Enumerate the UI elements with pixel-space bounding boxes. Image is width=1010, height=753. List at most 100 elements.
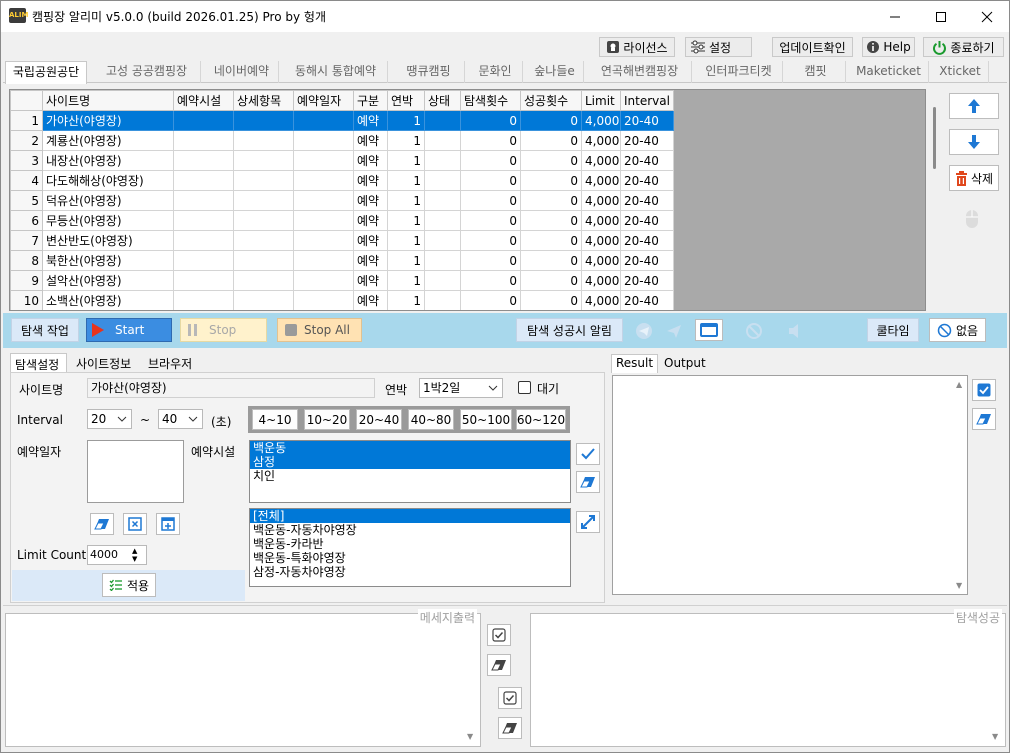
table-cell[interactable] — [173, 270, 234, 291]
interval-min-select[interactable]: 20 — [87, 409, 132, 429]
table-cell[interactable] — [173, 170, 234, 191]
table-cell[interactable]: 예약 — [353, 210, 388, 231]
settings-button[interactable]: 설정 — [685, 37, 752, 57]
table-cell[interactable]: 예약 — [353, 250, 388, 271]
table-cell[interactable] — [293, 290, 354, 310]
facility-check-button[interactable] — [576, 443, 600, 465]
column-header[interactable]: Limit — [581, 90, 621, 111]
table-cell[interactable]: 예약 — [353, 230, 388, 251]
expand-button[interactable] — [576, 511, 600, 533]
table-row[interactable]: 7 변산반도(야영장) 예약 1 0 0 4,000 20-40 — [10, 230, 674, 251]
column-header[interactable]: 예약일자 — [293, 90, 354, 111]
table-cell[interactable]: 예약 — [353, 290, 388, 310]
scroll-down-icon[interactable]: ▼ — [467, 732, 473, 741]
table-cell[interactable] — [173, 110, 234, 131]
tab-maketicket[interactable]: Maketicket — [849, 61, 929, 83]
table-cell[interactable]: 0 — [460, 290, 521, 310]
tab-thankyou-camping[interactable]: 땡큐캠핑 — [393, 61, 465, 83]
table-cell[interactable]: 0 — [520, 270, 582, 291]
limit-count-stepper[interactable]: 4000 ▲ ▼ — [87, 545, 147, 565]
tab-yeongok[interactable]: 연곡해변캠핑장 — [588, 61, 692, 83]
table-cell[interactable]: 0 — [460, 170, 521, 191]
message-check-button[interactable] — [487, 624, 511, 646]
table-cell[interactable] — [424, 150, 461, 171]
table-cell[interactable] — [424, 230, 461, 251]
date-remove-button[interactable] — [123, 513, 147, 535]
table-row[interactable]: 8 북한산(야영장) 예약 1 0 0 4,000 20-40 — [10, 250, 674, 271]
tab-goseong[interactable]: 고성 공공캠핑장 — [93, 61, 201, 83]
table-cell[interactable]: 계룡산(야영장) — [42, 130, 174, 151]
tab-site-info[interactable]: 사이트정보 — [76, 355, 131, 373]
interval-preset-button[interactable]: 4~10 — [252, 409, 298, 430]
table-cell[interactable] — [293, 210, 354, 231]
list-item[interactable]: 삼정-자동차야영장 — [250, 565, 570, 579]
tab-interpark[interactable]: 인터파크티켓 — [695, 61, 783, 83]
close-button[interactable] — [964, 1, 1010, 32]
table-cell[interactable]: 0 — [460, 250, 521, 271]
tab-campit[interactable]: 캠핏 — [786, 61, 846, 83]
column-header[interactable]: 사이트명 — [42, 90, 174, 111]
table-cell[interactable] — [424, 270, 461, 291]
minimize-button[interactable] — [872, 1, 918, 32]
interval-preset-button[interactable]: 40~80 — [408, 409, 454, 430]
table-cell[interactable] — [424, 250, 461, 271]
table-cell[interactable]: 변산반도(야영장) — [42, 230, 174, 251]
scroll-thumb[interactable] — [933, 107, 936, 169]
interval-preset-button[interactable]: 50~100 — [460, 409, 512, 430]
success-check-button[interactable] — [498, 687, 522, 709]
table-cell[interactable] — [173, 290, 234, 310]
site-name-field[interactable]: 가야산(야영장) — [87, 378, 375, 398]
scroll-down-icon[interactable]: ▼ — [956, 581, 962, 590]
table-cell[interactable] — [424, 110, 461, 131]
start-button[interactable]: Start — [86, 318, 172, 342]
table-cell[interactable]: 설악산(야영장) — [42, 270, 174, 291]
table-cell[interactable] — [173, 210, 234, 231]
help-button[interactable]: Help — [862, 37, 915, 57]
table-cell[interactable]: 20-40 — [620, 170, 674, 191]
scroll-up-icon[interactable]: ▲ — [956, 380, 962, 389]
wait-checkbox[interactable] — [518, 381, 531, 394]
tab-knps[interactable]: 국립공원공단 — [5, 61, 87, 84]
table-cell[interactable]: 북한산(야영장) — [42, 250, 174, 271]
result-textarea[interactable]: ▲ ▼ — [612, 375, 968, 595]
table-cell[interactable]: 4,000 — [581, 170, 621, 191]
table-cell[interactable]: 무등산(야영장) — [42, 210, 174, 231]
table-cell[interactable]: 0 — [460, 110, 521, 131]
tab-search-settings[interactable]: 탐색설정 — [10, 353, 67, 373]
move-up-button[interactable] — [949, 93, 999, 119]
table-cell[interactable] — [173, 250, 234, 271]
table-row[interactable]: 10 소백산(야영장) 예약 1 0 0 4,000 20-40 — [10, 290, 674, 310]
tab-munhwain[interactable]: 문화인 — [468, 61, 523, 83]
move-down-button[interactable] — [949, 129, 999, 155]
column-header[interactable]: 구분 — [353, 90, 388, 111]
mute-icon[interactable] — [787, 322, 805, 343]
table-cell[interactable] — [424, 190, 461, 211]
table-cell[interactable]: 4,000 — [581, 110, 621, 131]
list-item[interactable]: 백운동 — [250, 441, 570, 455]
date-add-button[interactable] — [156, 513, 180, 535]
table-cell[interactable] — [233, 170, 294, 191]
table-cell[interactable]: 4,000 — [581, 130, 621, 151]
table-cell[interactable]: 1 — [387, 190, 425, 211]
table-cell[interactable]: 0 — [520, 210, 582, 231]
table-cell[interactable] — [233, 250, 294, 271]
scroll-down-icon[interactable]: ▼ — [992, 732, 998, 741]
table-cell[interactable]: 0 — [460, 150, 521, 171]
table-cell[interactable]: 0 — [460, 270, 521, 291]
result-clear-button[interactable] — [972, 408, 996, 430]
table-cell[interactable]: 1 — [387, 150, 425, 171]
table-cell[interactable]: 0 — [460, 210, 521, 231]
table-row[interactable]: 6 무등산(야영장) 예약 1 0 0 4,000 20-40 — [10, 210, 674, 231]
table-cell[interactable]: 덕유산(야영장) — [42, 190, 174, 211]
table-cell[interactable] — [233, 110, 294, 131]
table-cell[interactable] — [293, 110, 354, 131]
maximize-button[interactable] — [918, 1, 964, 32]
detail-list[interactable]: [전체] 백운동-자동차야영장 백운동-카라반 백운동-특화야영장 삼정-자동차야영장 — [249, 508, 571, 587]
success-clear-button[interactable] — [498, 717, 522, 739]
delete-button[interactable]: 삭제 — [949, 165, 999, 191]
table-cell[interactable] — [424, 210, 461, 231]
table-cell[interactable]: 1 — [387, 170, 425, 191]
stepper-up-icon[interactable]: ▲ — [132, 547, 137, 555]
table-cell[interactable] — [233, 270, 294, 291]
table-cell[interactable] — [233, 230, 294, 251]
